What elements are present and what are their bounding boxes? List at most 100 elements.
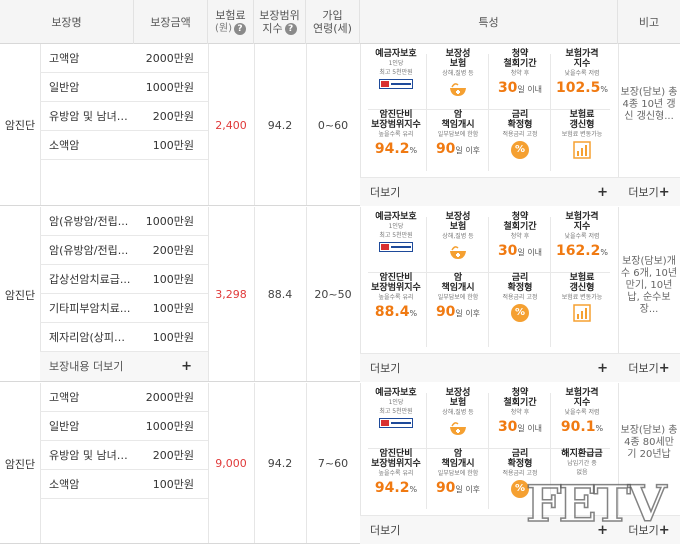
coverage-row: 제자리암(상피내... 100만원 (40, 323, 208, 352)
percent-unit: % (600, 248, 608, 257)
coverage-amount: 100만원 (152, 478, 194, 491)
note-text: 보장(담보)개수 6개, 10년만기, 10년납, 순수보장... (620, 256, 678, 315)
header-coverage-amount: 보장금액 (134, 0, 208, 44)
plus-icon: + (597, 361, 608, 376)
header-premium: 보험료 (원)? (208, 0, 254, 44)
feature-title: 금리 (511, 273, 529, 283)
range-index-value: 88.4 (374, 304, 410, 320)
feature-sub: 상해,질병 등 (442, 409, 474, 416)
feature-title: 예금자보호 (375, 388, 417, 398)
header-age-label: 가입 (322, 9, 343, 22)
product-row: 암진단 고액암 2000만원 일반암 1000만원 유방암 및 남녀생... 2… (0, 44, 680, 206)
percent-unit: % (409, 485, 418, 494)
coverage-amount: 200만원 (152, 244, 194, 257)
feature-title: 예금자보호 (375, 212, 417, 222)
header-index-label-2: 지수 (262, 22, 283, 35)
coverage-amount: 100만원 (152, 331, 194, 344)
coverage-amount: 100만원 (152, 273, 194, 286)
feature-range-index: 암진단비 보장범위지수 높을수록 유리 94.2% (366, 449, 426, 515)
feature-title: 철회기간 (503, 59, 537, 69)
header-note-label: 비고 (638, 15, 660, 29)
feature-title: 보장성 (445, 212, 471, 222)
features-more-button[interactable]: 더보기 + (360, 177, 618, 206)
age-range-value: 7~60 (317, 457, 349, 470)
feature-sub: 1인당 (388, 399, 404, 406)
feature-renewal-type: 보험료 갱신형 보험료 변동가능 (552, 110, 612, 176)
age-range-value: 0~60 (317, 118, 349, 132)
feature-title: 보험가격 (565, 388, 599, 398)
help-icon[interactable]: ? (234, 22, 246, 35)
feature-title: 지수 (573, 59, 591, 69)
medical-bowl-icon (448, 80, 468, 98)
category-label: 암진단 (4, 288, 36, 302)
feature-sub: 상해,질병 등 (442, 233, 474, 240)
header-coverage-name: 보장명 (0, 0, 134, 44)
feature-title: 보험 (449, 398, 467, 408)
note-column: 보장(담보)개수 6개, 10년만기, 10년납, 순수보장... 더보기+ (618, 207, 680, 382)
feature-title: 보장범위지수 (371, 283, 421, 293)
note-more-button[interactable]: 더보기+ (618, 353, 680, 382)
more-label: 더보기 (370, 186, 401, 199)
note-text: 보장(담보) 총 4종 80세만기 20년납 (620, 425, 678, 460)
feature-sub: 낮을수록 저렴 (564, 409, 600, 416)
coverage-row: 기타피부암치료... 100만원 (40, 294, 208, 323)
features-panel: 예금자보호 1인당 최고 5천만원 보장성 보험 상해,질병 등 청약 철회기간… (360, 207, 618, 382)
category-label: 암진단 (4, 457, 36, 471)
coverage-amount: 1000만원 (145, 215, 194, 228)
feature-range-index: 암진단비 보장범위지수 높을수록 유리 94.2% (366, 110, 426, 176)
feature-title: 금리 (511, 449, 529, 459)
deposit-insurance-badge-icon (379, 79, 413, 89)
range-index-value: 94.2 (374, 141, 410, 157)
feature-withdrawal-period: 청약 철회기간 청약 후 30일 이내 (490, 212, 550, 278)
feature-title: 보험가격 (565, 49, 599, 59)
feature-title: 갱신형 (569, 120, 595, 130)
feature-sub: 보험료 변동가능 (561, 131, 603, 138)
coverage-amount: 200만원 (152, 110, 194, 123)
feature-title: 보장범위지수 (371, 459, 421, 469)
coverage-amount: 200만원 (152, 449, 194, 462)
percent-unit: % (595, 424, 604, 433)
product-row: 암진단 암(유방암/전립... 1000만원 암(유방암/전립... 200만원… (0, 207, 680, 382)
withdrawal-days-value: 30 (497, 80, 518, 96)
feature-withdrawal-period: 청약 철회기간 청약 후 30일 이내 (490, 49, 550, 115)
feature-sub: 최고 5천만원 (379, 232, 413, 239)
feature-responsibility-start: 암 책임개시 일부담보에 한함 90일 이후 (428, 273, 488, 339)
feature-sub: 납입기간 중 (567, 460, 597, 467)
feature-responsibility-start: 암 책임개시 일부담보에 한함 90일 이후 (428, 110, 488, 176)
coverage-name: 고액암 (49, 52, 80, 65)
premium-value: 2,400 (215, 118, 247, 132)
feature-protection-insurance: 보장성 보험 상해,질병 등 (428, 212, 488, 278)
coverage-row: 암(유방암/전립... 1000만원 (40, 207, 208, 236)
percent-icon: % (511, 304, 529, 322)
feature-title: 보험가격 (565, 212, 599, 222)
category-label: 암진단 (4, 119, 36, 132)
price-index-value: 90.1 (560, 419, 596, 435)
note-more-button[interactable]: 더보기+ (618, 177, 680, 206)
feature-title: 청약 (511, 212, 529, 222)
deposit-insurance-badge-icon (379, 418, 413, 428)
coverage-index-value: 94.2 (267, 457, 293, 470)
feature-sub: 낮을수록 저렴 (564, 70, 600, 77)
watermark-logo: FETV (525, 473, 667, 534)
feature-responsibility-start: 암 책임개시 일부담보에 한함 90일 이후 (428, 449, 488, 515)
age-range-value: 20~50 (314, 288, 352, 301)
feature-sub: 일부담보에 한함 (437, 294, 479, 301)
coverage-amount: 100만원 (152, 139, 194, 152)
feature-title: 지수 (573, 398, 591, 408)
feature-title: 책임개시 (441, 283, 475, 293)
table-header: 보장명 보장금액 보험료 (원)? 보장범위 지수? 가입 연령(세) 특성 비… (0, 0, 680, 44)
coverage-amount: 2000만원 (145, 52, 194, 65)
feature-title: 보험료 (569, 110, 595, 120)
features-more-button[interactable]: 더보기 + (360, 353, 618, 382)
coverage-row: 고액암 2000만원 (40, 383, 208, 412)
feature-protection-insurance: 보장성 보험 상해,질병 등 (428, 388, 488, 454)
feature-title: 암진단비 (379, 110, 413, 120)
feature-title: 지수 (573, 222, 591, 232)
coverage-more-button[interactable]: 보장내용 더보기 + (40, 352, 208, 381)
help-icon[interactable]: ? (284, 22, 297, 35)
responsibility-days-value: 90 (435, 304, 456, 320)
note-text: 보장(담보) 총 4종 10년 갱신 갱신형... (620, 87, 678, 122)
feature-price-index: 보험가격 지수 낮을수록 저렴 162.2% (552, 212, 612, 278)
feature-sub: 청약 후 (510, 70, 530, 77)
feature-title: 확정형 (507, 120, 533, 130)
